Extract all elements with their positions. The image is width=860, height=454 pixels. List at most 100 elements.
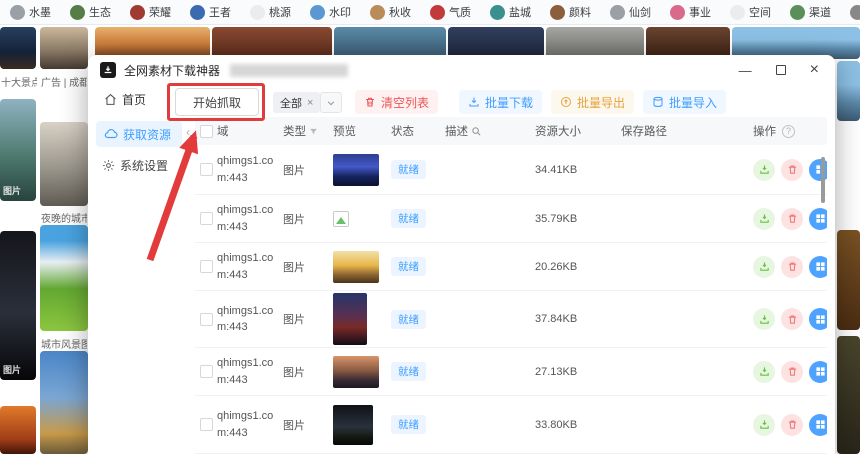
background-photo bbox=[40, 122, 88, 206]
clear-list-button[interactable]: 清空列表 bbox=[355, 90, 438, 114]
help-question-icon[interactable]: ? bbox=[782, 125, 795, 138]
bookmark-item[interactable]: 生态 bbox=[70, 4, 111, 20]
batch-import-label: 批量导入 bbox=[669, 94, 717, 111]
bookmark-label: 事业 bbox=[689, 4, 711, 20]
grid-icon bbox=[815, 366, 826, 377]
row-checkbox[interactable] bbox=[200, 163, 213, 176]
row-checkbox[interactable] bbox=[200, 313, 213, 326]
delete-row-button[interactable] bbox=[781, 159, 803, 181]
bookmark-item[interactable]: 仙剑 bbox=[610, 4, 651, 20]
status-badge: 就绪 bbox=[391, 310, 426, 329]
bookmark-item[interactable]: 事业 bbox=[670, 4, 711, 20]
filter-tag-label: 全部 bbox=[280, 95, 302, 111]
delete-row-button[interactable] bbox=[781, 308, 803, 330]
preview-thumbnail[interactable] bbox=[333, 251, 379, 283]
select-all-checkbox[interactable] bbox=[200, 125, 213, 138]
bookmark-item[interactable]: 王者 bbox=[190, 4, 231, 20]
delete-row-button[interactable] bbox=[781, 414, 803, 436]
table-header-row: 域 类型 预览 状态 描述 资源大小 保存路径 操作 ? bbox=[195, 117, 827, 145]
row-size: 33.80KB bbox=[535, 419, 621, 431]
status-badge: 就绪 bbox=[391, 415, 426, 434]
batch-export-label: 批量导出 bbox=[577, 94, 625, 111]
table-row[interactable]: qhimgs1.com:443 图片 就绪 33.80KB bbox=[195, 396, 827, 454]
minimize-button[interactable]: — bbox=[739, 64, 752, 77]
bookmark-favicon-icon bbox=[490, 5, 505, 20]
download-row-button[interactable] bbox=[753, 361, 775, 383]
batch-export-button[interactable]: 批量导出 bbox=[551, 90, 634, 114]
bookmark-favicon-icon bbox=[10, 5, 25, 20]
delete-row-button[interactable] bbox=[781, 361, 803, 383]
table-row[interactable]: qhimgs1.com:443 图片 就绪 20.26KB bbox=[195, 243, 827, 291]
grid-view-row-button[interactable] bbox=[809, 308, 827, 330]
bookmark-item[interactable]: 水印 bbox=[310, 4, 351, 20]
bookmark-item[interactable]: 荣耀 bbox=[130, 4, 171, 20]
row-checkbox[interactable] bbox=[200, 260, 213, 273]
filter-funnel-icon[interactable] bbox=[309, 127, 318, 136]
bookmark-item[interactable]: 盐城 bbox=[490, 4, 531, 20]
filter-dropdown[interactable] bbox=[320, 92, 342, 113]
trash-icon bbox=[787, 314, 798, 325]
bookmark-item[interactable]: 气质 bbox=[430, 4, 471, 20]
row-domain: qhimgs1.com:443 bbox=[217, 355, 283, 388]
download-row-button[interactable] bbox=[753, 208, 775, 230]
preview-thumbnail[interactable] bbox=[333, 405, 373, 445]
background-photo bbox=[0, 406, 36, 454]
bookmark-item[interactable]: 空间 bbox=[730, 4, 771, 20]
bookmark-favicon-icon bbox=[370, 5, 385, 20]
bookmark-item[interactable]: 秋收 bbox=[370, 4, 411, 20]
grid-icon bbox=[815, 419, 826, 430]
delete-row-button[interactable] bbox=[781, 208, 803, 230]
batch-download-button[interactable]: 批量下载 bbox=[459, 90, 542, 114]
bookmark-item[interactable]: 渠道 bbox=[790, 4, 831, 20]
bookmark-item[interactable]: 颜料 bbox=[550, 4, 591, 20]
grid-view-row-button[interactable] bbox=[809, 361, 827, 383]
preview-thumbnail[interactable] bbox=[333, 211, 349, 227]
filter-tag-close-icon[interactable]: × bbox=[307, 97, 313, 109]
batch-import-button[interactable]: 批量导入 bbox=[643, 90, 726, 114]
table-row[interactable]: qhimgs1.com:443 图片 就绪 37.84KB bbox=[195, 291, 827, 348]
bookmark-favicon-icon bbox=[430, 5, 445, 20]
bookmark-item[interactable]: 桃源 bbox=[250, 4, 291, 20]
bookmark-favicon-icon bbox=[850, 5, 860, 20]
download-icon bbox=[759, 366, 770, 377]
preview-thumbnail[interactable] bbox=[333, 356, 379, 388]
trash-icon bbox=[364, 96, 376, 108]
title-bar: 全网素材下载神器 — × bbox=[88, 55, 835, 85]
table-scrollbar[interactable] bbox=[821, 157, 825, 203]
row-checkbox[interactable] bbox=[200, 212, 213, 225]
bookmark-item[interactable]: 水墨 bbox=[10, 4, 51, 20]
table-row[interactable]: qhimgs1.com:443 图片 就绪 27.13KB bbox=[195, 348, 827, 396]
table-row[interactable]: qhimgs1.com:443 图片 就绪 35.79KB bbox=[195, 195, 827, 243]
background-watermark: 图片 bbox=[3, 363, 21, 376]
download-icon bbox=[759, 314, 770, 325]
row-type: 图片 bbox=[283, 417, 333, 433]
grid-view-row-button[interactable] bbox=[809, 256, 827, 278]
bookmark-item[interactable]: 奇快传 bbox=[850, 4, 860, 20]
sidebar-item-settings[interactable]: 系统设置 bbox=[102, 157, 168, 174]
download-row-button[interactable] bbox=[753, 256, 775, 278]
download-row-button[interactable] bbox=[753, 308, 775, 330]
maximize-button[interactable] bbox=[776, 65, 786, 75]
grid-view-row-button[interactable] bbox=[809, 208, 827, 230]
sidebar-item-resources[interactable]: 获取资源 bbox=[96, 121, 182, 147]
sidebar-item-home[interactable]: 首页 bbox=[104, 91, 146, 108]
filter-tag-all[interactable]: 全部 × bbox=[273, 92, 320, 113]
row-checkbox[interactable] bbox=[200, 365, 213, 378]
download-icon bbox=[759, 164, 770, 175]
start-capture-button[interactable]: 开始抓取 bbox=[175, 88, 259, 116]
download-row-button[interactable] bbox=[753, 159, 775, 181]
download-row-button[interactable] bbox=[753, 414, 775, 436]
search-icon[interactable] bbox=[471, 126, 482, 137]
grid-icon bbox=[815, 213, 826, 224]
trash-icon bbox=[787, 261, 798, 272]
grid-view-row-button[interactable] bbox=[809, 414, 827, 436]
preview-thumbnail[interactable] bbox=[333, 154, 379, 186]
row-checkbox[interactable] bbox=[200, 418, 213, 431]
table-row[interactable]: qhimgs1.com:443 图片 就绪 34.41KB bbox=[195, 145, 827, 195]
close-button[interactable]: × bbox=[810, 62, 819, 78]
bookmark-label: 王者 bbox=[209, 4, 231, 20]
preview-thumbnail[interactable] bbox=[333, 293, 367, 345]
header-description: 描述 bbox=[445, 123, 468, 139]
sidebar-collapse-icon[interactable]: ‹ bbox=[186, 125, 190, 139]
delete-row-button[interactable] bbox=[781, 256, 803, 278]
